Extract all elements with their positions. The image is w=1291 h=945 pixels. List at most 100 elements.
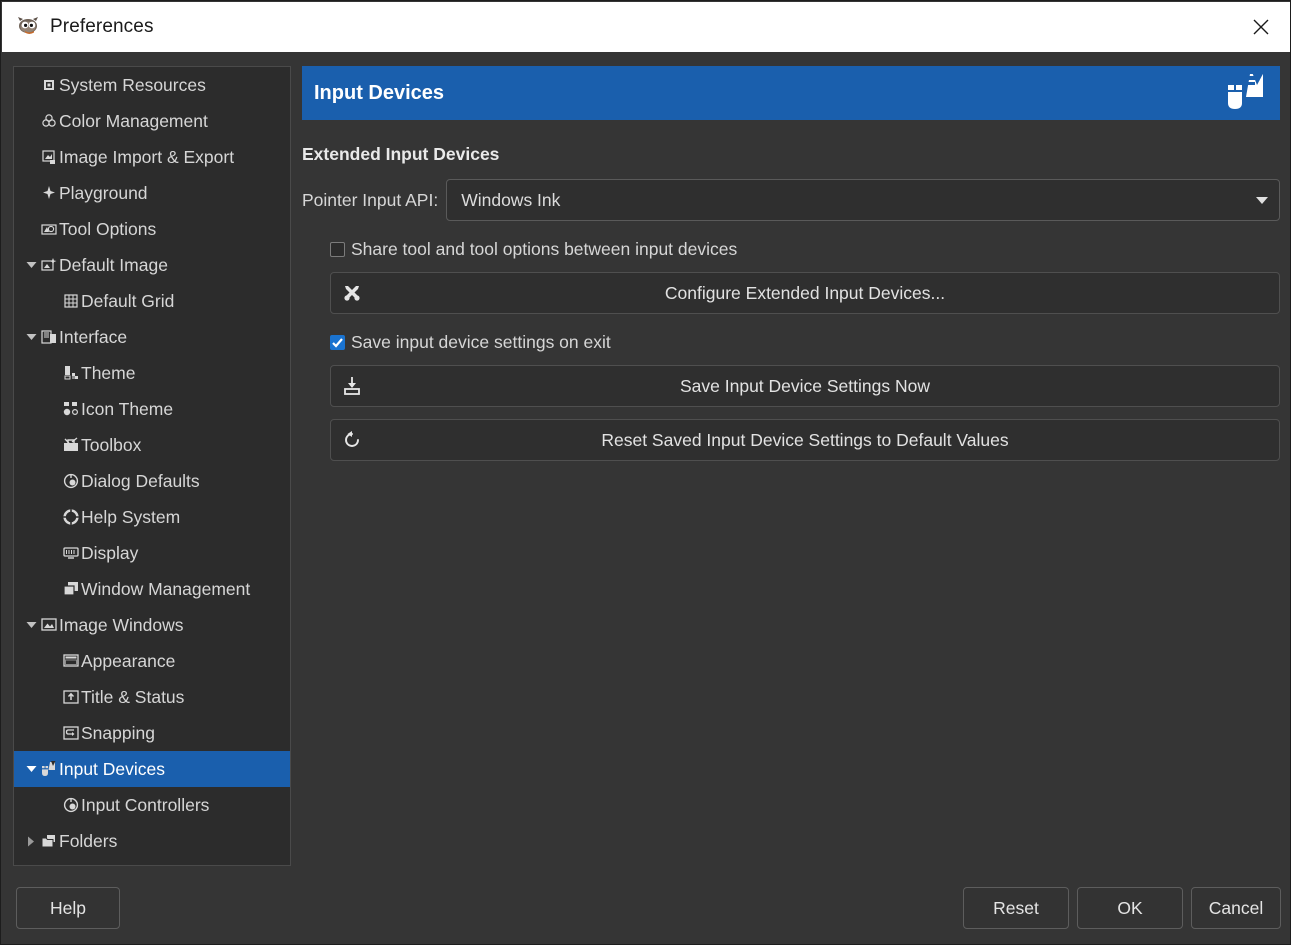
sidebar-item-theme[interactable]: Theme (14, 355, 290, 391)
image-import-export-icon (40, 149, 57, 165)
sidebar-item-dialog-defaults[interactable]: Dialog Defaults (14, 463, 290, 499)
sidebar-item-display[interactable]: Display (14, 535, 290, 571)
chevron-down-icon[interactable] (22, 261, 40, 269)
gimp-wilber-icon (16, 14, 42, 40)
title-status-icon (62, 689, 79, 705)
sidebar-item-snapping[interactable]: Snapping (14, 715, 290, 751)
input-controllers-icon (62, 797, 79, 813)
configure-button-label: Configure Extended Input Devices... (331, 283, 1279, 304)
sidebar-item-label: Folders (58, 831, 117, 852)
chevron-down-icon (1245, 196, 1279, 205)
sidebar-item-playground[interactable]: Playground (14, 175, 290, 211)
tools-icon (341, 283, 363, 303)
sidebar-item-system-resources[interactable]: System Resources (14, 67, 290, 103)
sidebar-item-label: Appearance (80, 651, 175, 672)
sidebar-item-icon-theme[interactable]: Icon Theme (14, 391, 290, 427)
sidebar-item-label: System Resources (58, 75, 206, 96)
help-button[interactable]: Help (16, 887, 120, 929)
sidebar-item-label: Input Controllers (80, 795, 209, 816)
dialog-defaults-icon (62, 473, 79, 489)
reset-button[interactable]: Reset (963, 887, 1069, 929)
section-heading: Extended Input Devices (302, 144, 1280, 165)
save-input-device-settings-button[interactable]: Save Input Device Settings Now (330, 365, 1280, 407)
save-on-exit-checkbox-row[interactable]: Save input device settings on exit (330, 332, 1280, 353)
sidebar-item-label: Image Windows (58, 615, 184, 636)
sidebar-item-interface[interactable]: Interface (14, 319, 290, 355)
pointer-api-row: Pointer Input API: Windows Ink (302, 179, 1280, 221)
tool-options-icon (40, 221, 57, 237)
content-pane: Input Devices Extended Input Devices (302, 66, 1280, 945)
sidebar-item-title-status[interactable]: Title & Status (14, 679, 290, 715)
chevron-down-icon[interactable] (22, 765, 40, 773)
preferences-sidebar[interactable]: System Resources Color Management Image Im… (13, 66, 291, 866)
dialog-body: System Resources Color Management Image Im… (2, 52, 1291, 945)
sidebar-item-label: Help System (80, 507, 180, 528)
page-banner: Input Devices (302, 66, 1280, 120)
window-title: Preferences (50, 16, 154, 38)
reset-saved-input-device-settings-button[interactable]: Reset Saved Input Device Settings to Def… (330, 419, 1280, 461)
sidebar-item-toolbox[interactable]: Toolbox (14, 427, 290, 463)
chevron-down-icon[interactable] (22, 621, 40, 629)
help-system-icon (62, 509, 79, 525)
ok-button[interactable]: OK (1077, 887, 1183, 929)
dialog-footer: Help Reset OK Cancel (2, 875, 1291, 943)
reset-icon (341, 430, 363, 450)
sidebar-item-input-controllers[interactable]: Input Controllers (14, 787, 290, 823)
sidebar-item-input-devices[interactable]: Input Devices (14, 751, 290, 787)
interface-icon (40, 329, 57, 345)
sidebar-item-label: Dialog Defaults (80, 471, 200, 492)
sidebar-item-color-management[interactable]: Color Management (14, 103, 290, 139)
sidebar-item-default-grid[interactable]: Default Grid (14, 283, 290, 319)
toolbox-icon (62, 437, 79, 453)
input-devices-icon (40, 761, 57, 777)
sidebar-item-label: Window Management (80, 579, 250, 600)
pointer-api-value: Windows Ink (447, 190, 1245, 211)
sidebar-item-default-image[interactable]: Default Image (14, 247, 290, 283)
sidebar-item-label: Image Import & Export (58, 147, 234, 168)
sidebar-item-label: Default Grid (80, 291, 174, 312)
sidebar-item-label: Default Image (58, 255, 168, 276)
chevron-right-icon[interactable] (22, 836, 40, 847)
playground-icon (40, 185, 57, 201)
sidebar-item-label: Input Devices (58, 759, 165, 780)
configure-extended-input-devices-button[interactable]: Configure Extended Input Devices... (330, 272, 1280, 314)
pointer-api-select[interactable]: Windows Ink (446, 179, 1280, 221)
save-now-button-label: Save Input Device Settings Now (331, 376, 1279, 397)
folders-icon (40, 833, 57, 849)
cancel-button[interactable]: Cancel (1191, 887, 1281, 929)
reset-saved-button-label: Reset Saved Input Device Settings to Def… (331, 430, 1279, 451)
sidebar-item-label: Interface (58, 327, 127, 348)
save-on-exit-checkbox[interactable] (330, 335, 345, 350)
sidebar-item-help-system[interactable]: Help System (14, 499, 290, 535)
sidebar-item-image-import-export[interactable]: Image Import & Export (14, 139, 290, 175)
sidebar-item-label: Title & Status (80, 687, 184, 708)
chevron-down-icon[interactable] (22, 333, 40, 341)
system-resources-icon (40, 77, 57, 93)
icon-theme-icon (62, 401, 79, 417)
input-devices-icon (1226, 71, 1270, 116)
default-grid-icon (62, 293, 79, 309)
sidebar-item-appearance[interactable]: Appearance (14, 643, 290, 679)
title-bar: Preferences (2, 2, 1291, 52)
sidebar-item-label: Toolbox (80, 435, 141, 456)
sidebar-item-label: Icon Theme (80, 399, 173, 420)
save-on-exit-label: Save input device settings on exit (345, 332, 611, 353)
preferences-window: Preferences System Resources Color Manage… (0, 0, 1291, 945)
save-icon (341, 376, 363, 396)
sidebar-item-image-windows[interactable]: Image Windows (14, 607, 290, 643)
window-management-icon (62, 581, 79, 597)
image-windows-icon (40, 617, 57, 633)
sidebar-item-folders[interactable]: Folders (14, 823, 290, 859)
close-icon[interactable] (1231, 2, 1291, 52)
sidebar-item-label: Color Management (58, 111, 208, 132)
appearance-icon (62, 653, 79, 669)
pointer-api-label: Pointer Input API: (302, 190, 446, 211)
sidebar-item-label: Display (80, 543, 138, 564)
sidebar-item-window-management[interactable]: Window Management (14, 571, 290, 607)
display-icon (62, 545, 79, 561)
share-tool-checkbox[interactable] (330, 242, 345, 257)
snapping-icon (62, 725, 79, 741)
share-tool-checkbox-row[interactable]: Share tool and tool options between inpu… (330, 239, 1280, 260)
page-title: Input Devices (314, 82, 444, 105)
sidebar-item-tool-options[interactable]: Tool Options (14, 211, 290, 247)
